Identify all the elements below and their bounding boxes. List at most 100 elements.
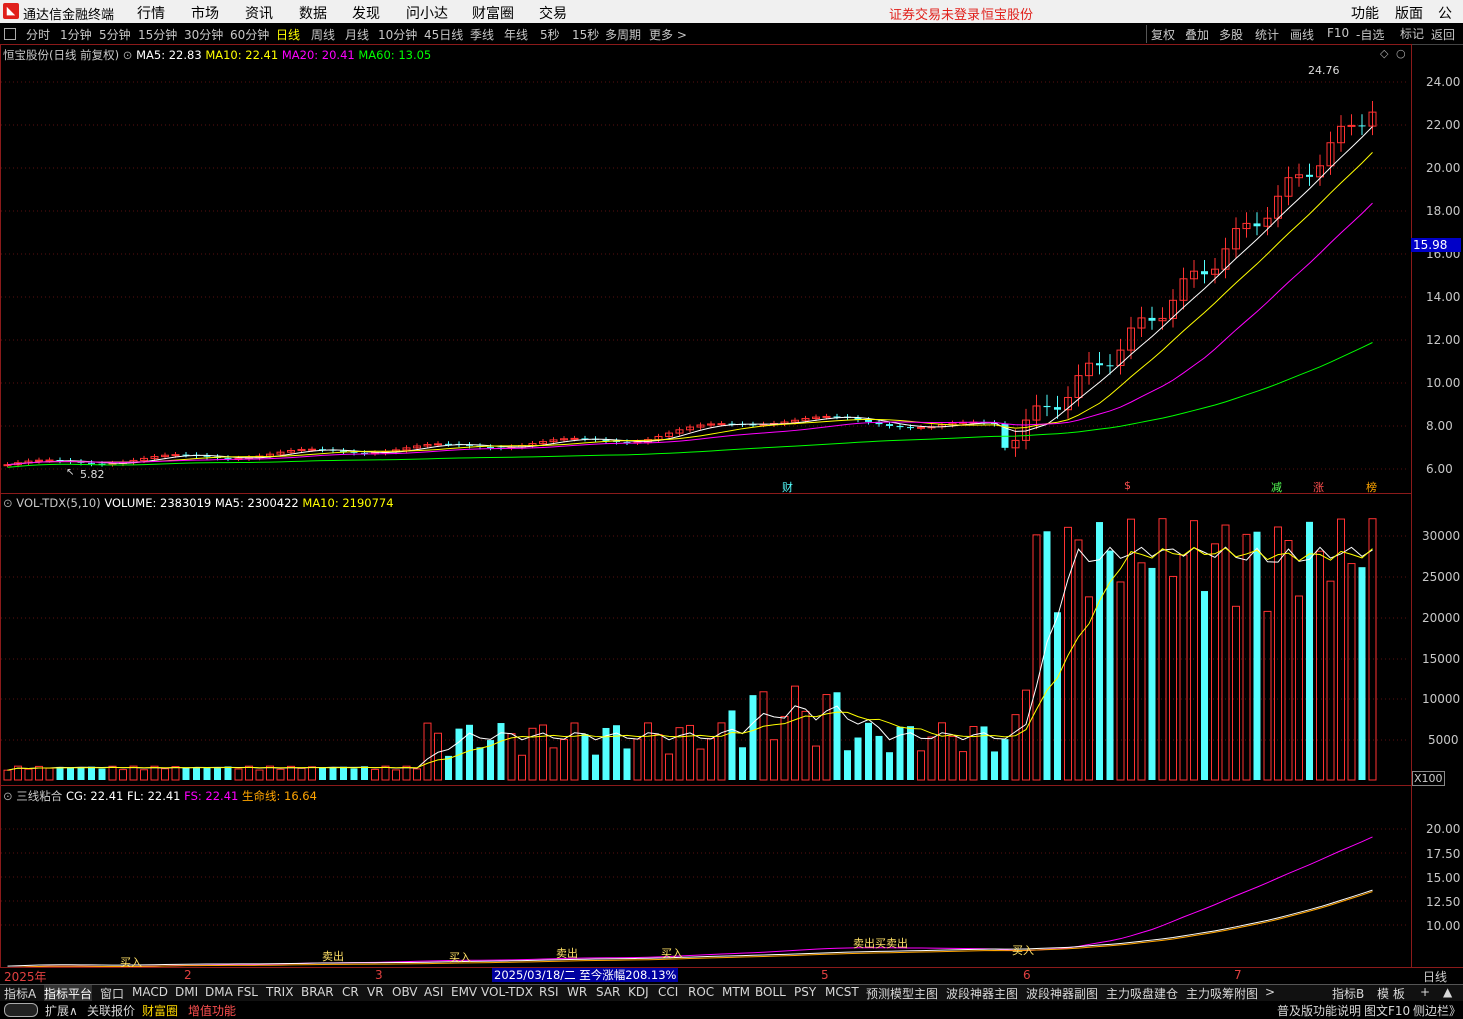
tab-boduan-zhutu[interactable]: 波段神器主图 xyxy=(946,985,1018,1002)
tab-brar[interactable]: BRAR xyxy=(301,985,334,999)
volume-bar-down xyxy=(1106,550,1114,780)
candle-down xyxy=(1043,405,1051,408)
tab-psy[interactable]: PSY xyxy=(794,985,816,999)
signal-label: 卖出 xyxy=(556,947,578,960)
f10-button[interactable]: 图文F10 xyxy=(1364,1002,1410,1019)
volume-bar-up xyxy=(654,734,663,781)
tab-template[interactable]: 模 板 xyxy=(1377,985,1405,1002)
tab-zhibiao-b[interactable]: 指标B xyxy=(1332,985,1364,1002)
x-label: 2025年 xyxy=(4,970,47,984)
x-axis-bar xyxy=(0,967,1463,984)
x-label: 3 xyxy=(375,968,383,982)
ma10-line xyxy=(7,152,1373,466)
volume-bar-down xyxy=(340,766,347,780)
volume-bar-down xyxy=(193,767,200,780)
edition-info[interactable]: 普及版功能说明 xyxy=(1277,1002,1361,1019)
candle-up xyxy=(171,454,180,457)
volume-bar-down xyxy=(749,695,757,780)
volume-bar-down xyxy=(1306,521,1313,780)
marker-dollar[interactable]: $ xyxy=(1124,479,1131,492)
candle-down xyxy=(1201,271,1208,275)
tab-yuce-zhutu[interactable]: 预测模型主图 xyxy=(866,985,938,1002)
volume-bar-up xyxy=(413,768,421,781)
x-label: 6 xyxy=(1023,968,1031,982)
candle-up xyxy=(35,459,43,462)
volume-bar-up xyxy=(518,754,526,781)
volume-bar-down xyxy=(739,747,746,780)
tab-zhibiao-a[interactable]: 指标A xyxy=(4,985,36,1002)
tab-expand-icon[interactable]: ▲ xyxy=(1443,985,1452,999)
signal-label: 买入 xyxy=(661,947,683,960)
chart-canvas[interactable] xyxy=(0,0,1463,1018)
volume-bar-up xyxy=(791,685,799,781)
volume-bar-up xyxy=(1232,605,1240,781)
volume-bar-up xyxy=(119,769,127,781)
x-axis-period[interactable]: 日线 xyxy=(1423,968,1447,985)
tab-emv[interactable]: EMV xyxy=(451,985,477,999)
sidebar-button[interactable]: 侧边栏》 xyxy=(1413,1002,1461,1019)
tab-mcst[interactable]: MCST xyxy=(825,985,859,999)
volume-bar-up xyxy=(1064,526,1072,781)
tab-boduan-futu[interactable]: 波段神器副图 xyxy=(1026,985,1098,1002)
volume-bar-down xyxy=(497,723,505,780)
marker-jian[interactable]: 减 xyxy=(1271,479,1282,495)
tab-cci[interactable]: CCI xyxy=(658,985,678,999)
volume-bar-up xyxy=(759,691,768,781)
volume-bar-up xyxy=(927,736,936,781)
volume-bar-up xyxy=(1368,518,1377,781)
tab-macd[interactable]: MACD xyxy=(132,985,168,999)
volume-bar-up xyxy=(1274,526,1282,781)
tab-dmi[interactable]: DMI xyxy=(175,985,198,999)
candle-up xyxy=(917,426,925,429)
tab-cr[interactable]: CR xyxy=(342,985,359,999)
tab-sar[interactable]: SAR xyxy=(596,985,620,999)
y-label: 18.00 xyxy=(1426,204,1461,218)
marker-bang[interactable]: 榜 xyxy=(1366,479,1377,495)
low-arrow-icon: ↖ xyxy=(66,467,75,478)
tab-kdj[interactable]: KDJ xyxy=(628,985,649,999)
tab-asi[interactable]: ASI xyxy=(424,985,443,999)
candle-down xyxy=(1148,317,1156,321)
signal-label: 卖出 xyxy=(322,950,344,963)
marker-cai[interactable]: 财 xyxy=(782,479,793,495)
volume-bar-down xyxy=(98,768,106,780)
volume-bar-down xyxy=(77,767,85,780)
tab-obv[interactable]: OBV xyxy=(392,985,418,999)
volume-bar-up xyxy=(822,694,831,781)
tab-scroll-right-icon[interactable]: > xyxy=(1265,985,1275,999)
candle-down xyxy=(88,462,95,464)
volume-bar-down xyxy=(623,748,631,780)
tab-add[interactable]: + xyxy=(1420,985,1430,999)
vol-y-label: 20000 xyxy=(1422,611,1461,625)
tab-fsl[interactable]: FSL xyxy=(237,985,258,999)
value-added-button[interactable]: 增值功能 xyxy=(188,1002,236,1019)
volume-bar-up xyxy=(276,768,285,781)
wealth-circle-button[interactable]: 财富圈 xyxy=(142,1002,178,1019)
tab-boll[interactable]: BOLL xyxy=(755,985,786,999)
tab-dma[interactable]: DMA xyxy=(205,985,233,999)
expand-button[interactable]: 扩展∧ xyxy=(45,1002,78,1019)
tab-roc[interactable]: ROC xyxy=(688,985,714,999)
tab-zhibiao-pingtai[interactable]: 指标平台 xyxy=(44,985,93,1002)
volume-bar-up xyxy=(1011,714,1020,781)
tab-vol-tdx[interactable]: VOL-TDX xyxy=(481,985,533,999)
toggle-switch[interactable] xyxy=(4,1003,38,1017)
tab-xipan-jiancang[interactable]: 主力吸盘建仓 xyxy=(1106,985,1178,1002)
vol-y-label: 15000 xyxy=(1422,652,1461,666)
candle-up xyxy=(308,448,316,451)
related-quote-button[interactable]: 关联报价 xyxy=(87,1002,135,1019)
candle-down xyxy=(1054,407,1061,410)
ma5-line xyxy=(7,126,1373,466)
candle-down xyxy=(907,427,914,429)
tab-xichou-futu[interactable]: 主力吸筹附图 xyxy=(1186,985,1258,1002)
tab-vr[interactable]: VR xyxy=(367,985,384,999)
tab-window[interactable]: 窗口 xyxy=(100,985,124,1002)
volume-bar-down xyxy=(592,754,599,780)
tab-rsi[interactable]: RSI xyxy=(539,985,559,999)
marker-zhang[interactable]: 涨 xyxy=(1313,479,1324,495)
tab-mtm[interactable]: MTM xyxy=(722,985,750,999)
tab-trix[interactable]: TRIX xyxy=(266,985,293,999)
tab-wr[interactable]: WR xyxy=(567,985,587,999)
life-line xyxy=(7,891,1373,969)
y-label: 8.00 xyxy=(1426,419,1453,433)
